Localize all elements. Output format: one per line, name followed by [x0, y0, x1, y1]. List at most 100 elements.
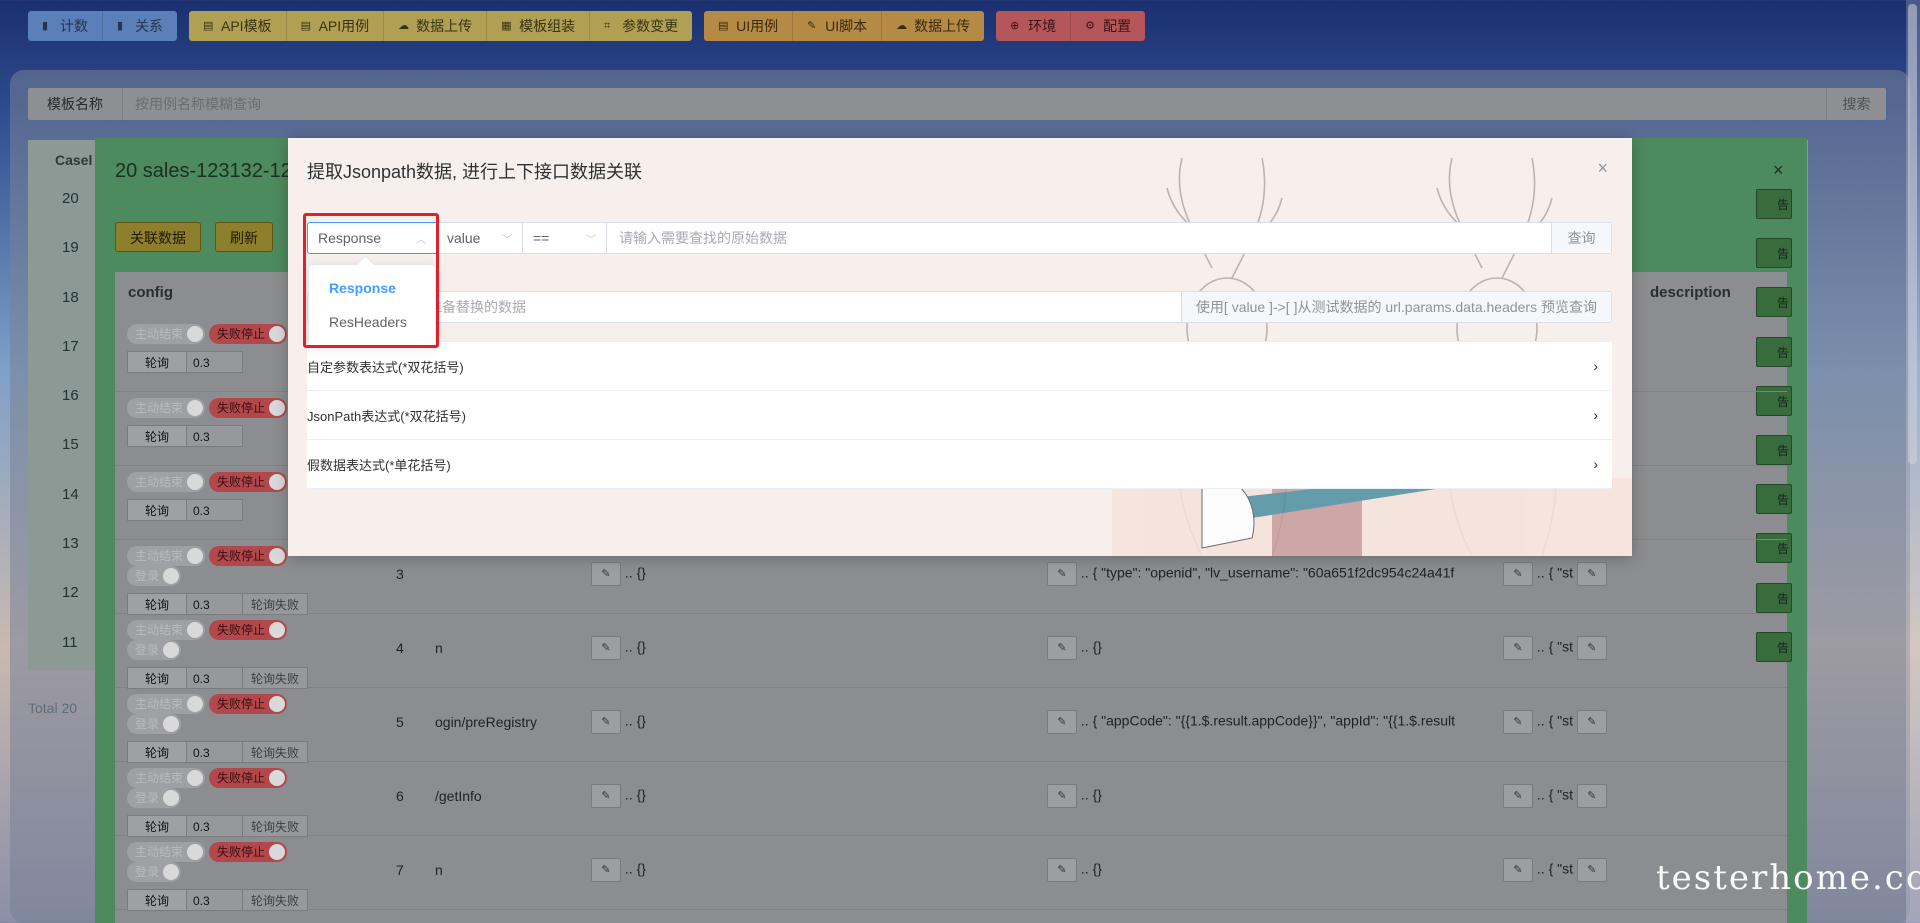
edit-icon[interactable]: ✎	[1047, 858, 1077, 882]
link-data-button[interactable]: 关联数据	[115, 222, 201, 252]
search-input[interactable]: 按用例名称模糊查询	[123, 94, 1826, 114]
edit-icon[interactable]: ✎	[1503, 710, 1533, 734]
ui-data-upload-button[interactable]: ☁ 数据上传	[882, 11, 985, 41]
edit-icon[interactable]: ✎	[591, 710, 621, 734]
api-case-button[interactable]: ▤ API用例	[286, 11, 385, 41]
table-row: 主动结束 失败停止登录 轮询 0.3 轮询失败 5 ogin/preRegistry …	[115, 688, 1787, 763]
active-end-switch[interactable]: 主动结束	[127, 546, 206, 566]
api-data-upload-button[interactable]: ☁ 数据上传	[384, 11, 488, 41]
edit-icon[interactable]: ✎	[591, 784, 621, 808]
edit-icon[interactable]: ✎	[591, 858, 621, 882]
config-button[interactable]: ⚙ 配置	[1071, 11, 1146, 41]
api-template-button[interactable]: ▤ API模板	[189, 11, 287, 41]
search-button[interactable]: 搜索	[1826, 88, 1886, 120]
poll-fail-checkbox[interactable]: 轮询失败	[243, 741, 309, 763]
edit-icon[interactable]: ✎	[1503, 636, 1533, 660]
cloud-upload-icon: ☁	[896, 20, 908, 32]
scrollbar-thumb[interactable]	[1908, 4, 1917, 464]
fail-stop-switch[interactable]: 失败停止	[209, 694, 288, 714]
collapse-fake-data[interactable]: 假数据表达式(*单花括号) ›	[307, 440, 1612, 489]
fail-stop-switch[interactable]: 失败停止	[209, 398, 288, 418]
edit-icon[interactable]: ✎	[1047, 636, 1077, 660]
collapse-jsonpath[interactable]: JsonPath表达式(*双花括号) ›	[307, 391, 1612, 440]
field-select[interactable]: value ﹀	[437, 223, 523, 253]
report-button[interactable]: 告	[1756, 238, 1792, 269]
edit-icon[interactable]: ✎	[1503, 858, 1533, 882]
table-row: 主动结束 失败停止登录 轮询 0.3 轮询失败 6 /getInfo ✎ .. {} …	[115, 762, 1787, 837]
stats-count-button[interactable]: ▮ 计数	[28, 11, 103, 41]
query-button[interactable]: 查询	[1551, 223, 1611, 253]
edit-icon[interactable]: ✎	[1576, 636, 1607, 660]
edit-icon[interactable]: ✎	[1047, 784, 1077, 808]
poll-interval-input[interactable]: 0.3	[187, 815, 243, 837]
edit-icon[interactable]: ✎	[1047, 562, 1077, 586]
refresh-button[interactable]: 刷新	[215, 222, 273, 252]
poll-interval-input[interactable]: 0.3	[187, 593, 243, 615]
environment-button[interactable]: ⊕ 环境	[996, 11, 1072, 41]
fail-stop-switch[interactable]: 失败停止	[209, 546, 288, 566]
raw-data-input[interactable]: 请输入需要查找的原始数据	[607, 223, 1551, 253]
active-end-switch[interactable]: 主动结束	[127, 324, 206, 344]
close-icon[interactable]: ×	[1597, 158, 1608, 179]
login-switch[interactable]: 登录	[127, 788, 182, 808]
file-icon: ▤	[203, 20, 214, 32]
report-button[interactable]: 告	[1756, 287, 1792, 318]
param-change-button[interactable]: ⌗ 参数变更	[590, 11, 693, 41]
fail-stop-switch[interactable]: 失败停止	[209, 620, 288, 640]
template-assemble-button[interactable]: ▦ 模板组装	[487, 11, 591, 41]
edit-icon[interactable]: ✎	[1503, 562, 1533, 586]
ui-case-button[interactable]: ▤ UI用例	[704, 11, 794, 41]
login-switch[interactable]: 登录	[127, 714, 182, 734]
step-path: n	[435, 640, 443, 656]
drawer-close-icon[interactable]: ×	[1773, 160, 1784, 181]
bar-chart-icon: ▮	[117, 20, 124, 32]
fail-stop-switch[interactable]: 失败停止	[209, 768, 288, 788]
poll-fail-checkbox[interactable]: 轮询失败	[243, 593, 309, 615]
login-switch[interactable]: 登录	[127, 640, 182, 660]
edit-icon[interactable]: ✎	[591, 562, 621, 586]
edit-icon[interactable]: ✎	[1576, 784, 1607, 808]
poll-interval-input[interactable]: 0.3	[187, 499, 243, 521]
annotation-highlight-box	[303, 213, 439, 348]
edit-icon[interactable]: ✎	[1576, 858, 1607, 882]
preview-query-hint[interactable]: 使用[ value ]->[ ]从测试数据的 url.params.data.h…	[1180, 292, 1611, 322]
row-number: 18	[62, 288, 79, 306]
stats-relation-button[interactable]: ▮ 关系	[103, 11, 177, 41]
collapse-custom-param[interactable]: 自定参数表达式(*双花括号) ›	[307, 342, 1612, 391]
active-end-switch[interactable]: 主动结束	[127, 842, 206, 862]
poll-fail-checkbox[interactable]: 轮询失败	[243, 667, 309, 689]
poll-interval-input[interactable]: 0.3	[187, 889, 243, 911]
operator-select[interactable]: == ﹀	[523, 223, 607, 253]
poll-fail-checkbox[interactable]: 轮询失败	[243, 815, 309, 837]
active-end-switch[interactable]: 主动结束	[127, 398, 206, 418]
column-header-config: config	[128, 284, 173, 301]
total-count: Total 20	[28, 700, 78, 716]
poll-interval-input[interactable]: 0.3	[187, 351, 243, 373]
poll-interval-input[interactable]: 0.3	[187, 741, 243, 763]
active-end-switch[interactable]: 主动结束	[127, 768, 206, 788]
fail-stop-switch[interactable]: 失败停止	[209, 842, 288, 862]
fail-stop-switch[interactable]: 失败停止	[209, 472, 288, 492]
poll-interval-input[interactable]: 0.3	[187, 667, 243, 689]
active-end-switch[interactable]: 主动结束	[127, 694, 206, 714]
toolbar-group-env: ⊕ 环境 ⚙ 配置	[996, 11, 1146, 41]
ui-script-button[interactable]: ✎ UI脚本	[793, 11, 883, 41]
edit-icon[interactable]: ✎	[1576, 562, 1607, 586]
edit-icon[interactable]: ✎	[1047, 710, 1077, 734]
edit-icon[interactable]: ✎	[1503, 784, 1533, 808]
poll-label: 轮询	[127, 667, 187, 689]
edit-icon[interactable]: ✎	[1576, 710, 1607, 734]
active-end-switch[interactable]: 主动结束	[127, 472, 206, 492]
fail-stop-switch[interactable]: 失败停止	[209, 324, 288, 344]
login-switch[interactable]: 登录	[127, 566, 182, 586]
login-switch[interactable]: 登录	[127, 862, 182, 882]
params-edit: ✎ .. {}	[1047, 784, 1102, 808]
row-number: 11	[62, 633, 78, 651]
step-path: /getInfo	[435, 788, 482, 804]
row-number: 13	[62, 535, 79, 553]
active-end-switch[interactable]: 主动结束	[127, 620, 206, 640]
poll-interval-input[interactable]: 0.3	[187, 425, 243, 447]
report-button[interactable]: 告	[1756, 189, 1792, 219]
edit-icon[interactable]: ✎	[591, 636, 621, 660]
poll-fail-checkbox[interactable]: 轮询失败	[243, 889, 309, 911]
